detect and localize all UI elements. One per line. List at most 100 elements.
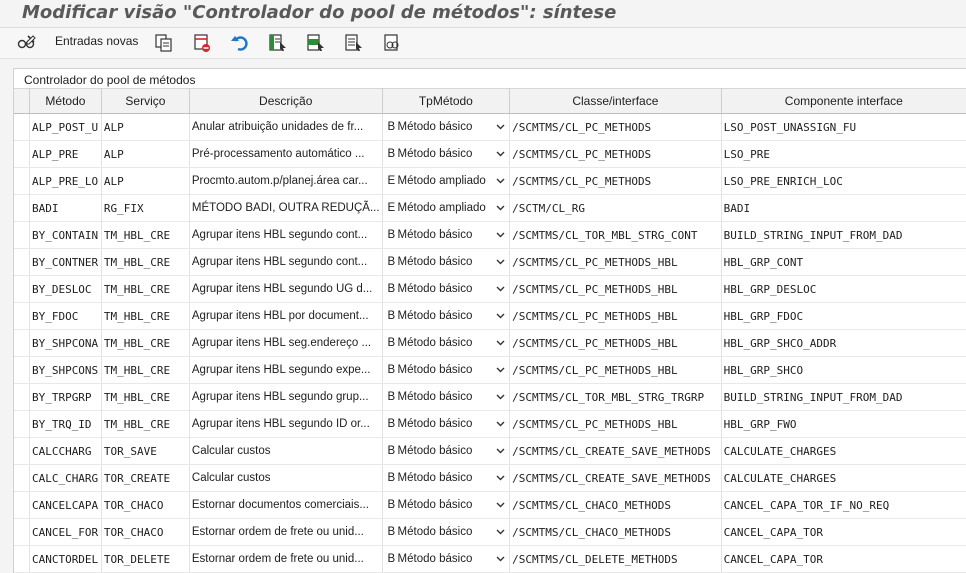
row-selector[interactable]: [14, 302, 30, 330]
row-selector[interactable]: [14, 491, 30, 519]
cell-classe[interactable]: /SCMTMS/CL_CHACO_METHODS: [509, 518, 722, 546]
cell-componente[interactable]: HBL_GRP_DESLOC: [721, 275, 966, 303]
chevron-down-icon[interactable]: [493, 556, 507, 562]
row-selector[interactable]: [14, 410, 30, 438]
cell-classe[interactable]: /SCMTMS/CL_PC_METHODS_HBL: [509, 356, 722, 384]
column-header-componente[interactable]: Componente interface: [721, 88, 966, 114]
cell-classe[interactable]: /SCMTMS/CL_PC_METHODS_HBL: [509, 410, 722, 438]
tpmetodo-select[interactable]: B Método básico: [385, 141, 508, 167]
cell-componente[interactable]: BUILD_STRING_INPUT_FROM_DAD: [721, 221, 966, 249]
chevron-down-icon[interactable]: [493, 232, 507, 238]
cell-descricao[interactable]: Procmto.autom.p/planej.área car...: [189, 167, 383, 195]
chevron-down-icon[interactable]: [493, 502, 507, 508]
row-selector[interactable]: [14, 545, 30, 573]
cell-componente[interactable]: CANCEL_CAPA_TOR_IF_NO_REQ: [721, 491, 966, 519]
cell-classe[interactable]: /SCMTMS/CL_PC_METHODS_HBL: [509, 248, 722, 276]
cell-descricao[interactable]: Pré-processamento automático ...: [189, 140, 383, 168]
cell-descricao[interactable]: Estornar ordem de frete ou unid...: [189, 518, 383, 546]
cell-classe[interactable]: /SCMTMS/CL_CHACO_METHODS: [509, 491, 722, 519]
cell-tpmetodo[interactable]: B Método básico: [382, 410, 511, 438]
deselect-all-button[interactable]: [342, 32, 366, 54]
delete-button[interactable]: [190, 32, 214, 54]
cell-tpmetodo[interactable]: B Método básico: [382, 356, 511, 384]
cell-classe[interactable]: /SCMTMS/CL_PC_METHODS_HBL: [509, 302, 722, 330]
tpmetodo-select[interactable]: B Método básico: [385, 492, 508, 518]
tpmetodo-select[interactable]: E Método ampliado: [385, 195, 508, 221]
chevron-down-icon[interactable]: [493, 178, 507, 184]
new-entries-button[interactable]: Entradas novas: [55, 34, 138, 48]
cell-componente[interactable]: CANCEL_CAPA_TOR: [721, 545, 966, 573]
cell-descricao[interactable]: Agrupar itens HBL segundo expe...: [189, 356, 383, 384]
chevron-down-icon[interactable]: [493, 259, 507, 265]
cell-tpmetodo[interactable]: B Método básico: [382, 113, 511, 141]
cell-descricao[interactable]: Estornar documentos comerciais...: [189, 491, 383, 519]
cell-descricao[interactable]: Calcular custos: [189, 437, 383, 465]
select-all-button[interactable]: [266, 32, 290, 54]
tpmetodo-select[interactable]: B Método básico: [385, 249, 508, 275]
row-selector[interactable]: [14, 383, 30, 411]
cell-classe[interactable]: /SCMTMS/CL_DELETE_METHODS: [509, 545, 722, 573]
cell-descricao[interactable]: Agrupar itens HBL segundo UG d...: [189, 275, 383, 303]
row-selector[interactable]: [14, 248, 30, 276]
config-button[interactable]: [380, 32, 404, 54]
cell-componente[interactable]: HBL_GRP_FDOC: [721, 302, 966, 330]
cell-classe[interactable]: /SCMTMS/CL_PC_METHODS_HBL: [509, 275, 722, 303]
cell-classe[interactable]: /SCTM/CL_RG: [509, 194, 722, 222]
column-header-descricao[interactable]: Descrição: [189, 88, 383, 114]
undo-button[interactable]: [228, 32, 252, 54]
cell-tpmetodo[interactable]: B Método básico: [382, 248, 511, 276]
chevron-down-icon[interactable]: [493, 394, 507, 400]
tpmetodo-select[interactable]: B Método básico: [385, 465, 508, 491]
cell-componente[interactable]: HBL_GRP_SHCO_ADDR: [721, 329, 966, 357]
cell-descricao[interactable]: Agrupar itens HBL segundo ID or...: [189, 410, 383, 438]
tpmetodo-select[interactable]: B Método básico: [385, 411, 508, 437]
cell-descricao[interactable]: Anular atribuição unidades de fr...: [189, 113, 383, 141]
cell-classe[interactable]: /SCMTMS/CL_CREATE_SAVE_METHODS: [509, 464, 722, 492]
select-all-cell[interactable]: [14, 88, 30, 114]
chevron-down-icon[interactable]: [493, 124, 507, 130]
cell-componente[interactable]: LSO_PRE_ENRICH_LOC: [721, 167, 966, 195]
cell-tpmetodo[interactable]: B Método básico: [382, 518, 511, 546]
chevron-down-icon[interactable]: [493, 367, 507, 373]
cell-tpmetodo[interactable]: B Método básico: [382, 464, 511, 492]
cell-classe[interactable]: /SCMTMS/CL_CREATE_SAVE_METHODS: [509, 437, 722, 465]
cell-descricao[interactable]: Calcular custos: [189, 464, 383, 492]
cell-componente[interactable]: CALCULATE_CHARGES: [721, 437, 966, 465]
cell-classe[interactable]: /SCMTMS/CL_TOR_MBL_STRG_TRGRP: [509, 383, 722, 411]
tpmetodo-select[interactable]: B Método básico: [385, 276, 508, 302]
cell-descricao[interactable]: Agrupar itens HBL por document...: [189, 302, 383, 330]
row-selector[interactable]: [14, 356, 30, 384]
copy-button[interactable]: [152, 32, 176, 54]
display-change-button[interactable]: [15, 32, 39, 54]
cell-componente[interactable]: HBL_GRP_FWO: [721, 410, 966, 438]
tpmetodo-select[interactable]: B Método básico: [385, 303, 508, 329]
row-selector[interactable]: [14, 518, 30, 546]
row-selector[interactable]: [14, 464, 30, 492]
tpmetodo-select[interactable]: B Método básico: [385, 438, 508, 464]
cell-descricao[interactable]: MÉTODO BADI, OUTRA REDUÇÃ...: [189, 194, 383, 222]
tpmetodo-select[interactable]: B Método básico: [385, 519, 508, 545]
cell-tpmetodo[interactable]: B Método básico: [382, 437, 511, 465]
cell-tpmetodo[interactable]: B Método básico: [382, 140, 511, 168]
chevron-down-icon[interactable]: [493, 313, 507, 319]
cell-componente[interactable]: BUILD_STRING_INPUT_FROM_DAD: [721, 383, 966, 411]
row-selector[interactable]: [14, 167, 30, 195]
cell-componente[interactable]: CALCULATE_CHARGES: [721, 464, 966, 492]
row-selector[interactable]: [14, 221, 30, 249]
cell-componente[interactable]: CANCEL_CAPA_TOR: [721, 518, 966, 546]
cell-tpmetodo[interactable]: B Método básico: [382, 221, 511, 249]
cell-classe[interactable]: /SCMTMS/CL_PC_METHODS: [509, 167, 722, 195]
column-header-servico[interactable]: Serviço: [101, 88, 190, 114]
row-selector[interactable]: [14, 329, 30, 357]
cell-tpmetodo[interactable]: E Método ampliado: [382, 167, 511, 195]
chevron-down-icon[interactable]: [493, 475, 507, 481]
column-header-metodo[interactable]: Método: [29, 88, 102, 114]
select-block-button[interactable]: [304, 32, 328, 54]
cell-tpmetodo[interactable]: B Método básico: [382, 491, 511, 519]
chevron-down-icon[interactable]: [493, 421, 507, 427]
tpmetodo-select[interactable]: B Método básico: [385, 222, 508, 248]
row-selector[interactable]: [14, 113, 30, 141]
cell-descricao[interactable]: Agrupar itens HBL segundo grup...: [189, 383, 383, 411]
column-header-classe[interactable]: Classe/interface: [509, 88, 722, 114]
cell-classe[interactable]: /SCMTMS/CL_TOR_MBL_STRG_CONT: [509, 221, 722, 249]
